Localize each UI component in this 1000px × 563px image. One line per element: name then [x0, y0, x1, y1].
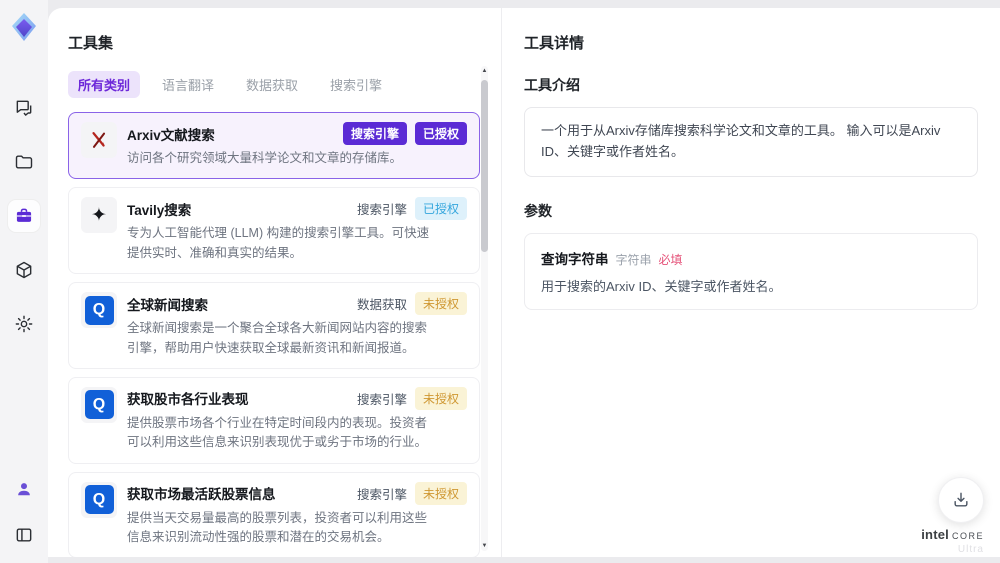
left-rail	[0, 0, 48, 563]
params-heading: 参数	[524, 202, 552, 219]
panel-toggle-icon[interactable]	[8, 519, 40, 551]
auth-badge: 已授权	[414, 197, 467, 221]
category-label: 搜索引擎	[356, 203, 407, 218]
param-card: 查询字符串 字符串 必填 用于搜索的Arxiv ID、关键字或作者姓名。	[524, 232, 978, 310]
main-surface: 工具集 所有类别 语言翻译 数据获取 搜索引擎 Arxiv文献搜索 搜索引擎 已…	[48, 8, 1000, 557]
param-required-badge: 必填	[658, 252, 683, 267]
category-badge: 搜索引擎	[342, 122, 407, 145]
category-tabs: 所有类别 语言翻译 数据获取 搜索引擎	[68, 71, 501, 98]
app-logo[interactable]	[7, 10, 41, 44]
chat-icon[interactable]	[8, 92, 40, 124]
intro-heading: 工具介绍	[524, 77, 580, 93]
tool-description: 专为人工智能代理 (LLM) 构建的搜索引擎工具。可快速提供实时、准确和真实的结…	[127, 226, 430, 260]
folder-icon[interactable]	[8, 146, 40, 178]
tool-card-stock-sectors[interactable]: Q 获取股市各行业表现 搜索引擎 未授权 提供股票市场各个行业在特定时间段内的表…	[68, 376, 480, 464]
settings-icon[interactable]	[8, 308, 40, 340]
intro-card: 一个用于从Arxiv存储库搜索科学论文和文章的工具。 输入可以是Arxiv ID…	[524, 107, 978, 177]
auth-badge: 已授权	[414, 122, 467, 145]
param-type: 字符串	[615, 252, 652, 267]
details-title: 工具详情	[524, 35, 585, 52]
scroll-up-arrow[interactable]: ▲	[481, 66, 488, 76]
tab-search-engine[interactable]: 搜索引擎	[320, 71, 392, 98]
scrollbar-thumb[interactable]	[481, 80, 488, 252]
auth-badge: 未授权	[414, 481, 467, 505]
tool-list-panel: 工具集 所有类别 语言翻译 数据获取 搜索引擎 Arxiv文献搜索 搜索引擎 已…	[48, 8, 502, 557]
param-name: 查询字符串	[541, 251, 609, 267]
arxiv-logo-icon	[81, 122, 117, 158]
download-icon	[954, 492, 968, 507]
tool-name: Arxiv文献搜索	[127, 127, 215, 143]
category-label: 搜索引擎	[356, 487, 407, 502]
tab-data-fetch[interactable]: 数据获取	[236, 71, 308, 98]
category-label: 搜索引擎	[356, 392, 407, 407]
category-label: 数据获取	[356, 298, 407, 313]
tool-name: Tavily搜索	[127, 202, 192, 218]
intel-brand-text: intel	[921, 527, 949, 543]
tavily-star-logo-icon: ✦	[81, 197, 117, 234]
tool-description: 提供股票市场各个行业在特定时间段内的表现。投资者可以利用这些信息来识别表现优于或…	[127, 415, 428, 450]
tool-card-active-stocks[interactable]: Q 获取市场最活跃股票信息 搜索引擎 未授权 提供当天交易量最高的股票列表，投资…	[68, 471, 480, 557]
tab-all-categories[interactable]: 所有类别	[68, 71, 141, 98]
rail-bottom	[8, 473, 40, 551]
download-button[interactable]	[938, 477, 984, 523]
tool-card-arxiv[interactable]: Arxiv文献搜索 搜索引擎 已授权 访问各个研究领域大量科学论文和文章的存储库…	[68, 112, 480, 180]
toolbox-icon[interactable]	[8, 200, 40, 232]
tab-language-translation[interactable]: 语言翻译	[152, 71, 224, 98]
tool-name: 全球新闻搜索	[127, 297, 208, 313]
tool-card-tavily[interactable]: ✦ Tavily搜索 搜索引擎 已授权 专为人工智能代理 (LLM) 构建的搜索…	[68, 187, 480, 275]
intel-product-text: core	[951, 527, 984, 543]
tool-card-global-news[interactable]: Q 全球新闻搜索 数据获取 未授权 全球新闻搜索是一个聚合全球各大新闻网站内容的…	[68, 282, 480, 369]
juhe-q-logo-icon: Q	[81, 292, 117, 329]
auth-badge: 未授权	[414, 386, 467, 410]
param-description: 用于搜索的Arxiv ID、关键字或作者姓名。	[541, 278, 782, 294]
tool-details-panel: 工具详情 工具介绍 一个用于从Arxiv存储库搜索科学论文和文章的工具。 输入可…	[502, 8, 1000, 557]
juhe-q-logo-icon: Q	[81, 386, 117, 423]
user-icon[interactable]	[8, 473, 40, 505]
juhe-q-logo-icon: Q	[81, 481, 117, 518]
tool-description: 提供当天交易量最高的股票列表，投资者可以利用这些信息来识别流动性强的股票和潜在的…	[127, 510, 428, 544]
page-title: 工具集	[68, 35, 114, 52]
intel-variant-text: Ultra	[957, 544, 984, 555]
rail-nav	[8, 92, 40, 340]
tool-name: 获取市场最活跃股票信息	[127, 487, 276, 503]
scroll-down-arrow[interactable]: ▼	[481, 541, 488, 551]
tool-description: 全球新闻搜索是一个聚合全球各大新闻网站内容的搜索引擎，帮助用户快速获取全球最新资…	[127, 321, 428, 355]
auth-badge: 未授权	[414, 292, 467, 316]
tool-name: 获取股市各行业表现	[127, 392, 249, 408]
intel-core-logo: intel core Ultra	[921, 526, 984, 555]
package-icon[interactable]	[8, 254, 40, 286]
tool-description: 访问各个研究领域大量科学论文和文章的存储库。	[127, 151, 403, 165]
list-scrollbar[interactable]: ▲ ▼	[481, 66, 488, 551]
tool-list: Arxiv文献搜索 搜索引擎 已授权 访问各个研究领域大量科学论文和文章的存储库…	[68, 112, 480, 557]
